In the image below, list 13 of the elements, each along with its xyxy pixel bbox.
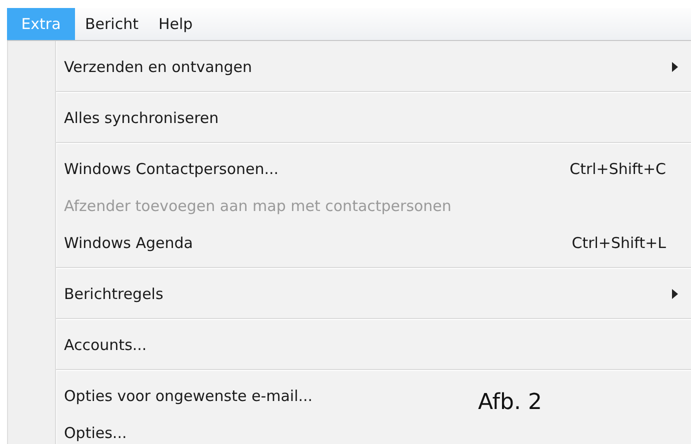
menu-item[interactable]: Windows Agenda Ctrl+Shift+L [8, 224, 691, 261]
shortcut-text: Ctrl+Shift+C [570, 160, 666, 178]
menu-item[interactable]: Alles synchroniseren [8, 99, 232, 136]
menu-item[interactable]: Berichtregels [8, 275, 691, 312]
menu-bar-item[interactable]: Bericht [75, 8, 148, 40]
menu-item[interactable]: Opties voor ongewenste e-mail... [8, 377, 326, 414]
menu-item[interactable]: Verzenden en ontvangen [8, 48, 691, 85]
menu-bar-item[interactable]: Help [148, 8, 203, 40]
caption: Afb. 2 [478, 390, 542, 415]
menu-item[interactable]: Windows Contactpersonen... Ctrl+Shift+C [8, 150, 691, 187]
menu-item[interactable]: Opties... [8, 414, 140, 444]
shortcut-text: Ctrl+Shift+L [572, 234, 666, 252]
menu-item[interactable]: Accounts... [8, 326, 160, 363]
